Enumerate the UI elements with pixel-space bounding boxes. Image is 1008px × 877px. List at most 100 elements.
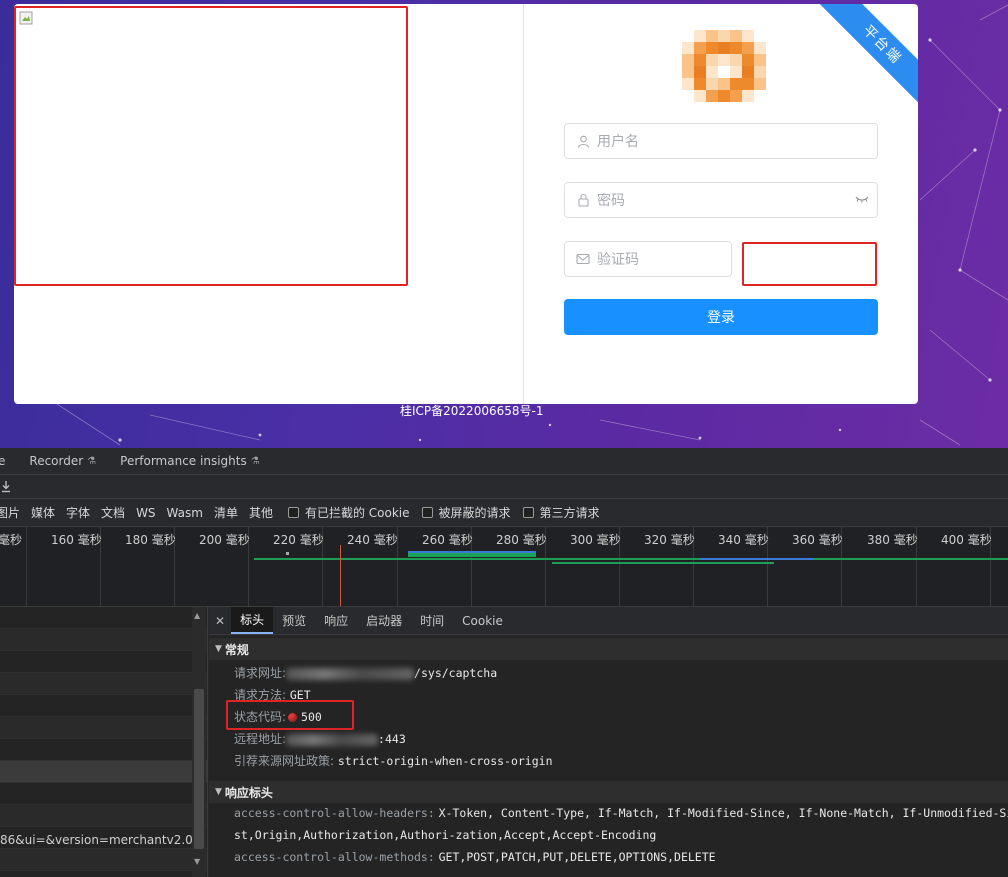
logo-pixel xyxy=(694,78,706,90)
tab-headers[interactable]: 标头 xyxy=(231,607,274,634)
tab-response[interactable]: 响应 xyxy=(315,607,357,634)
checkbox-box[interactable] xyxy=(421,507,433,518)
tab-preview[interactable]: 预览 xyxy=(273,607,315,634)
logo-pixel xyxy=(730,66,742,78)
scroll-up-icon[interactable]: ▲ xyxy=(194,611,200,620)
tab-recorder[interactable]: Recorder ⚗ xyxy=(29,454,96,468)
filter-img[interactable]: 图片 xyxy=(0,504,20,521)
captcha-image[interactable] xyxy=(742,242,877,286)
logo-pixel xyxy=(718,30,730,42)
list-item-selected[interactable] xyxy=(0,761,207,783)
network-timeline-overview[interactable]: 毫秒 160 毫秒 180 毫秒 200 毫秒 220 毫秒 240 毫秒 26… xyxy=(0,527,1008,607)
timeline-tick: 160 毫秒 xyxy=(51,533,102,547)
logo-pixel xyxy=(706,42,718,54)
ribbon-label: 平台端 xyxy=(814,4,918,113)
redacted-blur xyxy=(286,733,379,746)
filter-ws[interactable]: WS xyxy=(136,506,155,520)
captcha-placeholder: 验证码 xyxy=(597,252,639,268)
logo-pixel xyxy=(718,54,730,66)
filter-font[interactable]: 字体 xyxy=(66,504,90,521)
request-url-value[interactable]: /sys/captcha xyxy=(414,666,497,680)
list-item[interactable] xyxy=(0,783,207,805)
timeline-tick: 340 毫秒 xyxy=(718,533,769,547)
logo-mosaic xyxy=(682,30,766,102)
logo-pixel xyxy=(718,66,730,78)
password-field[interactable]: 密码 xyxy=(564,182,878,218)
logo-pixel xyxy=(754,78,766,90)
scrollbar-thumb[interactable] xyxy=(194,689,204,849)
section-title: 常规 xyxy=(224,642,249,657)
list-item[interactable] xyxy=(0,673,207,695)
redacted-blur xyxy=(286,667,415,680)
devtools-tab-bar: e Recorder ⚗ Performance insights ⚗ xyxy=(0,448,1008,475)
request-list[interactable]: 86&ui=&version=merchantv2.0 ▲ ▼ xyxy=(0,607,208,877)
checkbox-blocked-cookies[interactable]: 有已拦截的 Cookie xyxy=(287,504,410,521)
list-item[interactable] xyxy=(0,849,207,871)
logo-pixel xyxy=(694,54,706,66)
checkbox-blocked-requests[interactable]: 被屏蔽的请求 xyxy=(421,504,511,521)
header-row-allow-headers: access-control-allow-headers: X-Token, C… xyxy=(234,806,1008,820)
username-field[interactable]: 用户名 xyxy=(564,123,878,159)
request-url-row: 请求网址: /sys/captcha xyxy=(234,664,497,681)
logo-pixel xyxy=(742,78,754,90)
list-item[interactable] xyxy=(0,739,207,761)
icp-record-text[interactable]: 桂ICP备2022006658号-1 xyxy=(400,402,543,419)
header-key: access-control-allow-methods: xyxy=(234,850,435,864)
logo-pixel xyxy=(706,90,718,102)
logo-pixel xyxy=(706,54,718,66)
logo-pixel xyxy=(706,30,718,42)
logo-pixel xyxy=(718,90,730,102)
tab-performance-insights[interactable]: Performance insights ⚗ xyxy=(120,454,260,468)
filter-other[interactable]: 其他 xyxy=(249,504,273,521)
list-item[interactable] xyxy=(0,607,207,629)
devtools-panel: e Recorder ⚗ Performance insights ⚗ 图片 媒体 … xyxy=(0,448,1008,877)
filter-manifest[interactable]: 清单 xyxy=(214,504,238,521)
scrollbar[interactable]: ▲ ▼ xyxy=(192,607,206,877)
logo-pixel xyxy=(742,30,754,42)
eye-closed-icon[interactable] xyxy=(855,193,869,209)
request-details: ✕ 标头 预览 响应 启动器 时间 Cookie ▼ 常规 请求网址: /sys/… xyxy=(209,607,1008,877)
response-headers-section-header[interactable]: ▼ 响应标头 xyxy=(209,781,1008,803)
filter-doc[interactable]: 文档 xyxy=(101,504,125,521)
network-toolbar xyxy=(0,475,1008,499)
list-item[interactable] xyxy=(0,651,207,673)
section-title: 响应标头 xyxy=(224,785,273,800)
login-card: 平台端 用户名 密码 验证码 登录 xyxy=(14,4,918,404)
filter-wasm[interactable]: Wasm xyxy=(167,506,203,520)
logo-pixel xyxy=(694,66,706,78)
tab-timing[interactable]: 时间 xyxy=(411,607,453,634)
general-section-header[interactable]: ▼ 常规 xyxy=(209,638,1008,660)
tab-partial[interactable]: e xyxy=(0,454,5,468)
close-icon[interactable]: ✕ xyxy=(209,607,231,634)
login-button[interactable]: 登录 xyxy=(564,299,878,335)
logo-pixel xyxy=(706,78,718,90)
user-icon xyxy=(575,133,591,149)
scroll-down-icon[interactable]: ▼ xyxy=(194,857,200,866)
password-placeholder: 密码 xyxy=(597,193,625,209)
checkbox-box[interactable] xyxy=(287,507,299,518)
detail-tab-bar: ✕ 标头 预览 响应 启动器 时间 Cookie xyxy=(209,607,1008,635)
logo-pixel xyxy=(694,90,706,102)
download-icon[interactable] xyxy=(0,480,12,493)
logo-pixel xyxy=(706,66,718,78)
timeline-bar-green xyxy=(552,562,774,564)
timeline-tick: 380 毫秒 xyxy=(867,533,918,547)
timeline-tick: 400 毫秒 xyxy=(941,533,992,547)
logo-pixel xyxy=(754,54,766,66)
checkbox-third-party[interactable]: 第三方请求 xyxy=(522,504,600,521)
tab-cookie[interactable]: Cookie xyxy=(453,607,512,634)
logo-pixel xyxy=(730,78,742,90)
timeline-tick: 260 毫秒 xyxy=(422,533,473,547)
checkbox-box[interactable] xyxy=(522,507,534,518)
header-value: GET,POST,PATCH,PUT,DELETE,OPTIONS,DELETE xyxy=(438,850,716,864)
broken-image-icon xyxy=(19,11,33,25)
timeline-tick: 220 毫秒 xyxy=(273,533,324,547)
captcha-field[interactable]: 验证码 xyxy=(564,241,732,277)
tab-initiator[interactable]: 启动器 xyxy=(357,607,411,634)
list-item[interactable] xyxy=(0,629,207,651)
list-item[interactable] xyxy=(0,717,207,739)
list-item[interactable] xyxy=(0,695,207,717)
filter-media[interactable]: 媒体 xyxy=(31,504,55,521)
request-url-text[interactable]: 86&ui=&version=merchantv2.0 xyxy=(0,833,193,847)
list-item[interactable] xyxy=(0,805,207,827)
